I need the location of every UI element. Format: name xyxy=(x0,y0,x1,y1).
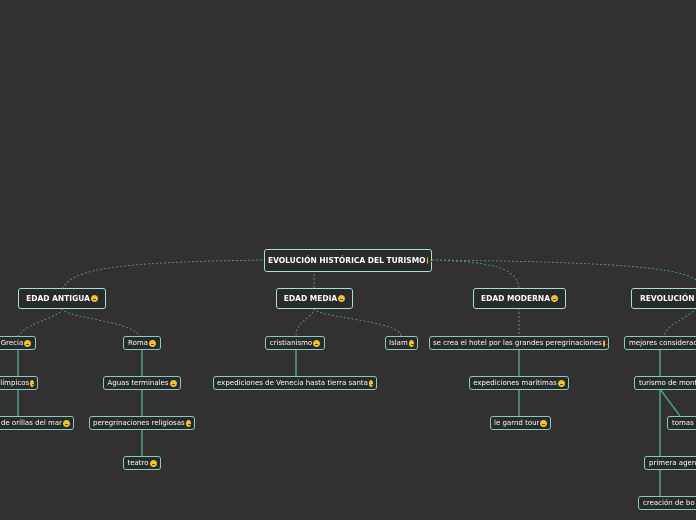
node-label: se crea el hotel por las grandes peregri… xyxy=(433,339,602,347)
node-label: le garnd tour xyxy=(494,419,540,427)
smiley-icon xyxy=(602,339,609,347)
node-label: turismo de mont xyxy=(639,379,696,387)
branch-label: REVOLUCIÓN I xyxy=(640,294,696,303)
branch-revolucion[interactable]: REVOLUCIÓN I xyxy=(631,288,696,309)
branch-edad-antigua[interactable]: EDAD ANTIGUA xyxy=(18,288,106,309)
smiley-icon xyxy=(408,339,414,347)
node-islam[interactable]: Islam xyxy=(385,336,418,350)
mind-map-canvas: EVOLUCIÓN HISTÓRICA DEL TURISMO EDAD ANT… xyxy=(0,0,696,520)
smiley-icon xyxy=(313,339,321,347)
node-label: peregrinaciones religiosas xyxy=(93,419,185,427)
smiley-icon xyxy=(557,379,565,387)
node-grand-tour[interactable]: le garnd tour xyxy=(490,416,551,430)
node-orillas-del-mar[interactable]: de orillas del mar xyxy=(0,416,74,430)
node-label: expediciones de Venecia hasta tierra san… xyxy=(217,379,368,387)
root-node[interactable]: EVOLUCIÓN HISTÓRICA DEL TURISMO xyxy=(264,249,434,272)
smiley-icon xyxy=(368,379,375,387)
node-label: Islam xyxy=(389,339,408,347)
root-label: EVOLUCIÓN HISTÓRICA DEL TURISMO xyxy=(268,256,426,265)
node-mejores-consideraciones[interactable]: mejores considerac xyxy=(624,336,696,350)
node-grecia[interactable]: Grecia xyxy=(0,336,36,350)
node-label: teatro xyxy=(127,459,149,467)
node-turismo-montana[interactable]: turismo de mont xyxy=(634,376,696,390)
branch-label: EDAD MODERNA xyxy=(480,294,551,303)
node-expediciones-venecia[interactable]: expediciones de Venecia hasta tierra san… xyxy=(213,376,377,390)
node-juegos-olimpicos[interactable]: olímpicos xyxy=(0,376,38,390)
node-primera-agencia[interactable]: primera agenc xyxy=(644,456,696,470)
branch-edad-media[interactable]: EDAD MEDIA xyxy=(276,288,353,309)
node-teatro[interactable]: teatro xyxy=(123,456,161,470)
node-expediciones-maritimas[interactable]: expediciones marítimas xyxy=(469,376,569,390)
node-roma[interactable]: Roma xyxy=(123,336,161,350)
smiley-icon xyxy=(185,419,191,427)
branch-label: EDAD ANTIGUA xyxy=(26,294,90,303)
node-label: creación de bo xyxy=(643,499,695,507)
node-creacion[interactable]: creación de bo xyxy=(638,496,696,510)
node-aguas-terminales[interactable]: Aguas terminales xyxy=(103,376,181,390)
smiley-icon xyxy=(169,379,177,387)
node-label: olímpicos xyxy=(0,379,30,387)
node-label: tomas xyxy=(672,419,694,427)
smiley-icon xyxy=(551,295,559,302)
node-peregrinaciones-religiosas[interactable]: peregrinaciones religiosas xyxy=(89,416,195,430)
branch-label: EDAD MEDIA xyxy=(283,294,338,303)
node-hotel-peregrinaciones[interactable]: se crea el hotel por las grandes peregri… xyxy=(429,336,609,350)
smiley-icon xyxy=(426,257,434,264)
node-tomas[interactable]: tomas xyxy=(667,416,696,430)
smiley-icon xyxy=(338,295,346,302)
smiley-icon xyxy=(148,339,156,347)
smiley-icon xyxy=(149,459,157,467)
smiley-icon xyxy=(63,419,70,427)
node-label: mejores considerac xyxy=(629,339,696,347)
node-label: cristianismo xyxy=(269,339,313,347)
node-label: primera agenc xyxy=(649,459,696,467)
node-label: Roma xyxy=(128,339,148,347)
branch-edad-moderna[interactable]: EDAD MODERNA xyxy=(473,288,566,309)
node-cristianismo[interactable]: cristianismo xyxy=(265,336,325,350)
smiley-icon xyxy=(30,379,35,387)
node-label: Grecia xyxy=(0,339,24,347)
node-label: expediciones marítimas xyxy=(473,379,557,387)
node-label: de orillas del mar xyxy=(0,419,62,427)
node-label: Aguas terminales xyxy=(107,379,169,387)
smiley-icon xyxy=(540,419,547,427)
smiley-icon xyxy=(90,295,98,302)
smiley-icon xyxy=(24,339,32,347)
